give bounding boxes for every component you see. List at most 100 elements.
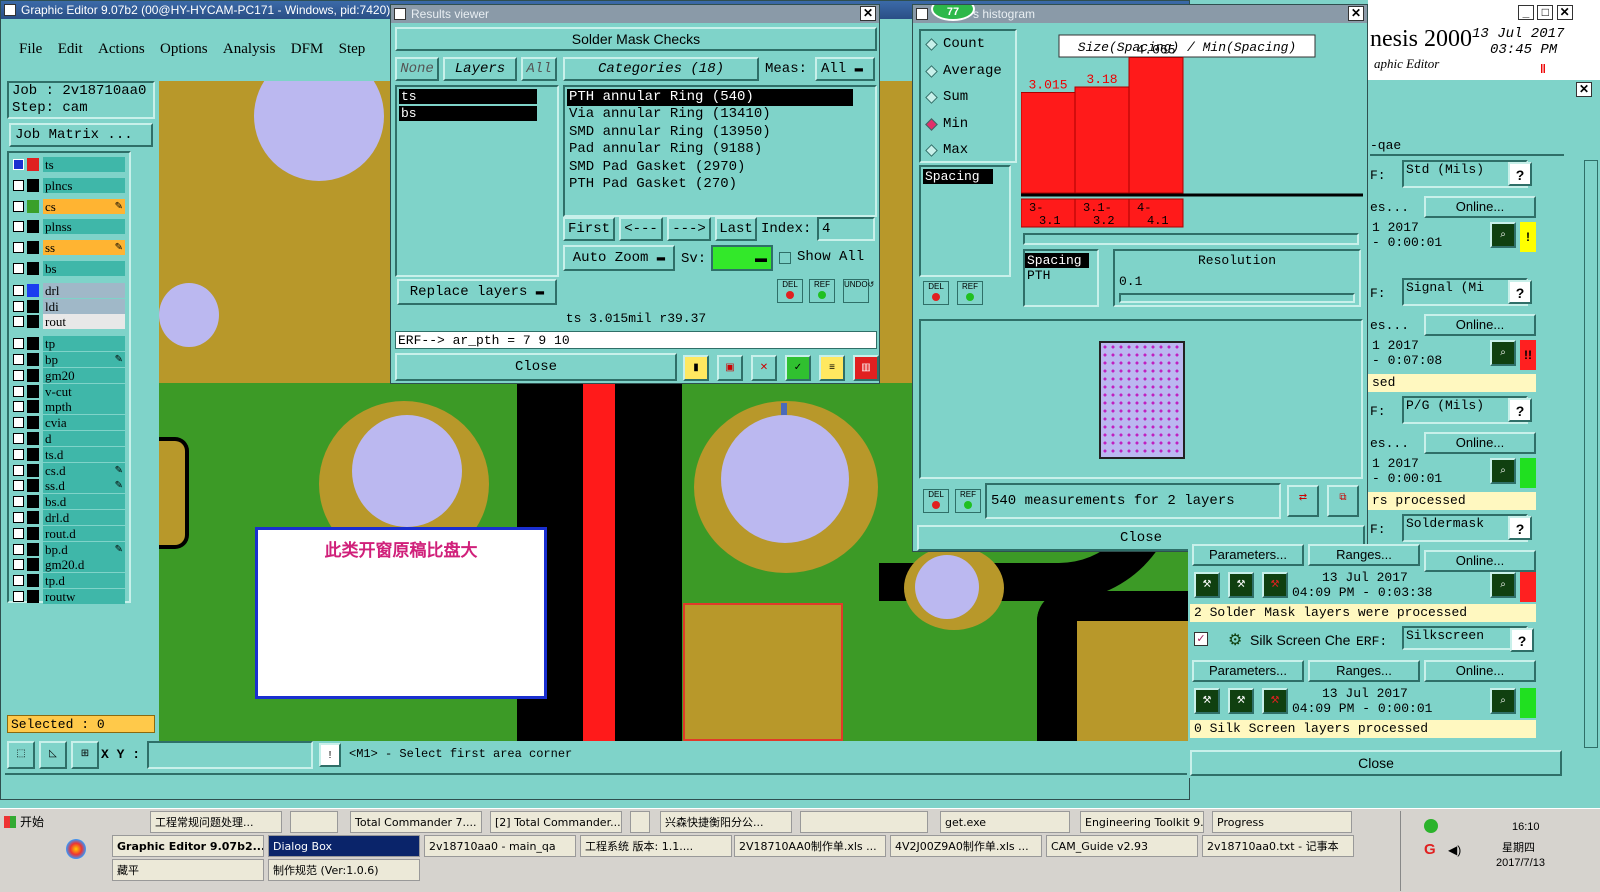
menu-options[interactable]: Options xyxy=(160,41,208,58)
layer-row[interactable]: ss.d ✎ xyxy=(11,478,127,494)
layer-row[interactable]: bp.d ✎ xyxy=(11,541,127,557)
histogram-chart[interactable]: Size(Spacing) / Min(Spacing) 3.015 3-3.1 3.… xyxy=(1020,29,1363,239)
layer-row[interactable]: cvia xyxy=(11,415,127,431)
layer-color-swatch[interactable] xyxy=(27,511,39,524)
none-button[interactable]: None xyxy=(395,57,439,81)
menu-analysis[interactable]: Analysis xyxy=(223,41,276,58)
first-button[interactable]: First xyxy=(563,217,615,241)
layer-row[interactable]: tp xyxy=(11,336,127,352)
spacing-pth-list[interactable]: Spacing PTH xyxy=(1023,249,1099,307)
taskbar-button[interactable]: 工程常规问题处理... xyxy=(150,811,282,833)
help-icon[interactable]: ? xyxy=(1508,162,1532,186)
zoom-tool-icon[interactable]: ⬚ xyxy=(7,741,35,769)
layer-checkbox[interactable] xyxy=(13,527,24,539)
genesis-close-button[interactable]: Close xyxy=(1190,750,1562,776)
taskbar-button[interactable]: Engineering Toolkit 9.... xyxy=(1080,811,1204,833)
category-list[interactable]: PTH annular Ring (540) Via annular Ring (… xyxy=(563,85,877,217)
layer-checkbox[interactable] xyxy=(13,496,24,508)
online-button[interactable]: Online... xyxy=(1424,196,1536,218)
undo-button[interactable]: UNDO↺ xyxy=(843,279,874,303)
taskbar-button[interactable]: Progress xyxy=(1212,811,1352,833)
layer-color-swatch[interactable] xyxy=(27,432,39,445)
compare-icon[interactable]: ⧉ xyxy=(1327,485,1359,517)
histogram-bar[interactable] xyxy=(1128,57,1184,194)
layer-checkbox[interactable] xyxy=(13,300,24,312)
maximize-icon[interactable]: □ xyxy=(1537,5,1554,20)
layer-checkbox[interactable] xyxy=(13,354,24,365)
stat-option[interactable]: Average xyxy=(921,58,1015,85)
taskbar-button[interactable] xyxy=(800,811,928,833)
spacing-item[interactable]: Spacing xyxy=(923,169,993,184)
show-all-checkbox[interactable] xyxy=(779,252,791,264)
layer-row[interactable]: bs xyxy=(11,261,127,276)
radio-icon[interactable] xyxy=(925,91,938,104)
run-icon[interactable]: ⚒ xyxy=(1262,688,1288,714)
layer-color-swatch[interactable] xyxy=(27,400,39,414)
menu-edit[interactable]: Edit xyxy=(58,41,83,58)
xy-input[interactable] xyxy=(147,741,313,769)
layer-checkbox[interactable] xyxy=(13,559,24,571)
run-icon[interactable]: ⚒ xyxy=(1194,572,1220,598)
category-item[interactable]: SMD Pad Gasket (2970) xyxy=(567,159,853,176)
layer-checkbox[interactable] xyxy=(13,417,24,429)
layer-color-swatch[interactable] xyxy=(27,220,39,234)
layer-color-swatch[interactable] xyxy=(27,495,39,509)
spacing-list[interactable]: Spacing xyxy=(919,165,1011,277)
tray-volume-icon[interactable]: ◀) xyxy=(1448,843,1461,857)
layer-color-swatch[interactable] xyxy=(27,526,39,540)
help-icon[interactable]: ? xyxy=(1508,280,1532,304)
layer-checkbox[interactable] xyxy=(13,575,24,587)
silk-ranges-button[interactable]: Ranges... xyxy=(1308,660,1420,682)
layer-checkbox[interactable] xyxy=(13,200,24,212)
radio-icon[interactable] xyxy=(925,64,938,78)
categories-button[interactable]: Categories (18) xyxy=(563,57,759,81)
measure-tool-icon[interactable]: ◺ xyxy=(39,741,67,769)
layer-color-swatch[interactable] xyxy=(27,368,39,382)
zoom-icon[interactable]: ⌕ xyxy=(1490,222,1516,248)
close-icon[interactable]: ✕ xyxy=(1556,5,1573,20)
layer-checkbox[interactable] xyxy=(13,480,24,492)
layer-row[interactable]: bp ✎ xyxy=(11,352,127,367)
silk-checkbox[interactable]: ✓ xyxy=(1194,632,1208,646)
taskbar-button[interactable]: Graphic Editor 9.07b2... xyxy=(112,835,264,857)
layer-checkbox[interactable] xyxy=(13,512,24,523)
last-button[interactable]: Last xyxy=(715,217,757,241)
silk-online-button[interactable]: Online... xyxy=(1424,660,1536,682)
online-button[interactable]: Online... xyxy=(1424,314,1536,336)
taskbar-button[interactable]: Dialog Box xyxy=(268,835,420,857)
highlight-icon[interactable]: ▮ xyxy=(683,355,709,381)
layer-color-swatch[interactable] xyxy=(27,353,39,366)
tray-icon[interactable] xyxy=(1424,819,1438,833)
layer-color-swatch[interactable] xyxy=(27,416,39,430)
taskbar-button[interactable]: 兴森快捷衡阳分公... xyxy=(660,811,792,833)
layer-color-swatch[interactable] xyxy=(27,337,39,351)
run-icon[interactable]: ⚒ xyxy=(1228,572,1254,598)
layer-color-swatch[interactable] xyxy=(27,590,39,603)
layer-color-swatch[interactable] xyxy=(27,542,39,556)
radio-icon[interactable] xyxy=(925,117,938,131)
layer-row[interactable]: d xyxy=(11,431,127,446)
results-close-button[interactable]: Close xyxy=(395,353,677,381)
layer-color-swatch[interactable] xyxy=(27,241,39,255)
layer-checkbox[interactable] xyxy=(13,284,24,296)
layer-color-swatch[interactable] xyxy=(27,558,39,572)
layer-row[interactable]: plnss xyxy=(11,219,127,235)
layer-checkbox[interactable] xyxy=(13,242,24,254)
auto-zoom-dropdown[interactable]: Auto Zoom ▬ xyxy=(563,245,675,271)
all-button[interactable]: All xyxy=(521,57,557,81)
layer-checkbox[interactable] xyxy=(13,338,24,350)
quick-launch-icon[interactable] xyxy=(66,839,86,859)
taskbar-button[interactable]: CAM_Guide v2.93 xyxy=(1046,835,1198,857)
zoom-icon[interactable]: ⌕ xyxy=(1490,340,1516,366)
zoom-icon[interactable]: ⌕ xyxy=(1490,572,1516,598)
sv-color-button[interactable]: ▬ xyxy=(711,245,773,271)
online-button[interactable]: Online... xyxy=(1424,432,1536,454)
close-icon[interactable]: ✕ xyxy=(1576,82,1592,97)
taskbar-button[interactable]: 2v18710aa0.txt - 记事本 xyxy=(1202,835,1354,857)
run-icon[interactable]: ⚒ xyxy=(1228,688,1254,714)
board-icon[interactable]: ▣ xyxy=(717,355,743,381)
category-item[interactable]: SMD annular Ring (13950) xyxy=(567,124,853,141)
layer-result-item[interactable]: ts xyxy=(399,89,537,104)
menu-file[interactable]: File xyxy=(19,41,42,58)
parameters-button[interactable]: Parameters... xyxy=(1192,544,1304,566)
